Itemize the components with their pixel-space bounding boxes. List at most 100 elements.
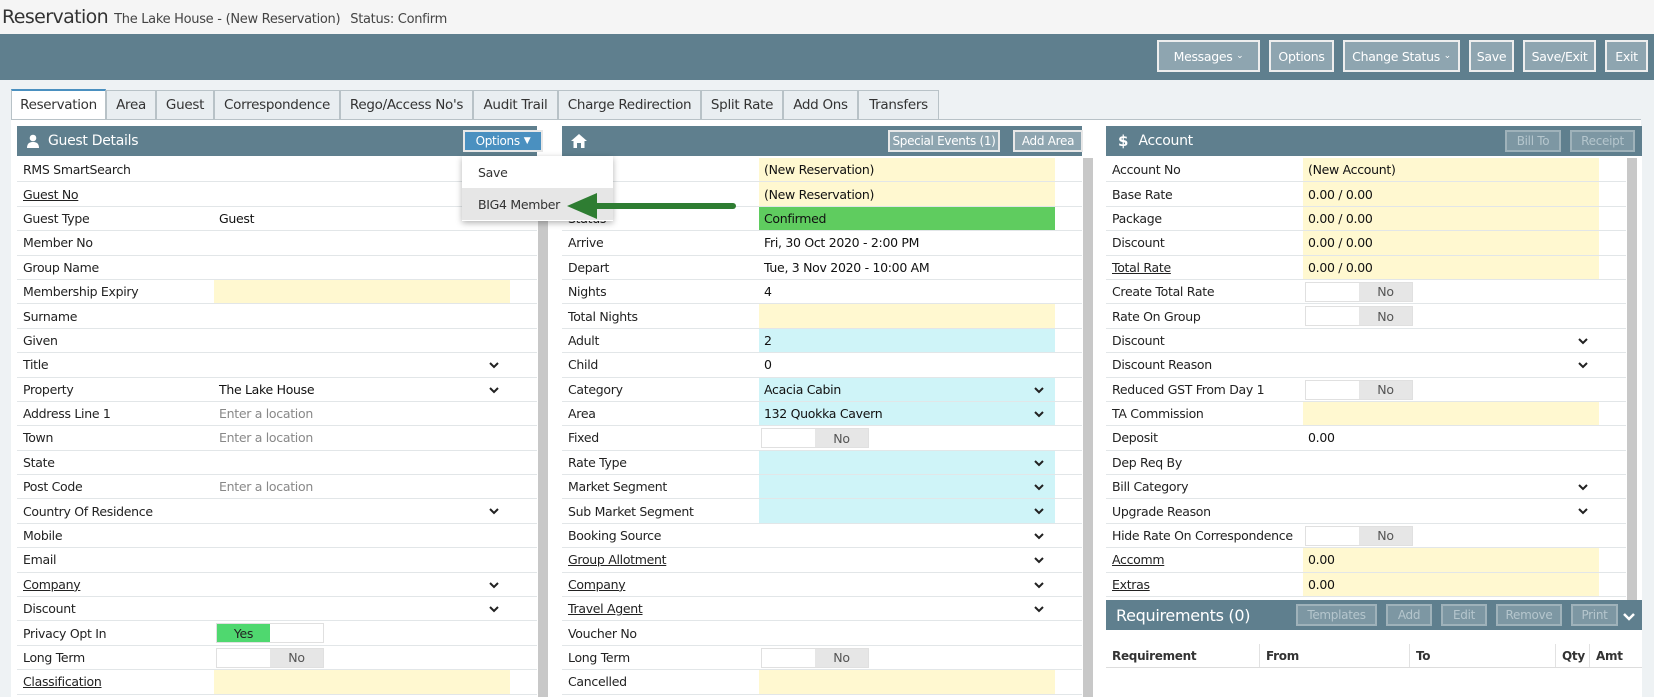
messages-button[interactable]: Messages ⌄ — [1157, 40, 1260, 72]
chevron-down-icon[interactable] — [1577, 359, 1589, 371]
reservation-field-cancelled[interactable] — [759, 670, 1055, 694]
reservation-field-adult[interactable]: 2 — [759, 328, 1055, 353]
column-qty[interactable]: Qty — [1556, 644, 1590, 667]
guest-field-classification[interactable] — [214, 670, 510, 694]
reservation-field-voucher-no[interactable] — [759, 621, 1055, 644]
reservation-label-company[interactable]: Company — [562, 573, 759, 596]
reservation-field-nights[interactable]: 4 — [759, 280, 1055, 303]
chevron-down-icon[interactable] — [488, 579, 500, 591]
reservation-field-s-no[interactable]: (New Reservation) — [759, 182, 1055, 206]
toggle-switch[interactable]: No — [1305, 525, 1413, 546]
change-status-button[interactable]: Change Status ⌄ — [1343, 40, 1460, 72]
account-scrollbar[interactable] — [1627, 158, 1637, 600]
account-field-reduced-gst-from-day-1[interactable]: No — [1303, 378, 1599, 401]
chevron-down-icon[interactable] — [1033, 505, 1045, 517]
guest-field-town[interactable]: Enter a location — [214, 426, 510, 449]
account-field-extras[interactable]: 0.00 — [1303, 572, 1599, 597]
tab-area[interactable]: Area — [106, 90, 156, 119]
reservation-field-category[interactable]: Acacia Cabin — [759, 377, 1055, 401]
account-field-create-total-rate[interactable]: No — [1303, 280, 1599, 303]
bill-to-button[interactable]: Bill To — [1505, 130, 1561, 152]
guest-field-membership-expiry[interactable] — [214, 279, 510, 304]
account-field-dep-req-by[interactable] — [1303, 451, 1599, 474]
menu-item-save[interactable]: Save — [462, 156, 613, 188]
reservation-field-long-term[interactable]: No — [759, 646, 1055, 669]
toggle-switch[interactable]: No — [1305, 306, 1413, 327]
chevron-down-icon[interactable] — [1033, 384, 1045, 396]
column-amt[interactable]: Amt — [1590, 644, 1642, 667]
reservation-field-rate-type[interactable] — [759, 450, 1055, 475]
toggle-switch[interactable]: No — [1305, 379, 1413, 400]
chevron-down-icon[interactable] — [1033, 481, 1045, 493]
templates-button[interactable]: Templates — [1296, 604, 1377, 626]
guest-field-surname[interactable] — [214, 304, 510, 327]
reservation-field-company[interactable] — [759, 573, 1055, 596]
save-exit-button[interactable]: Save/Exit — [1523, 40, 1596, 72]
chevron-down-icon[interactable] — [1033, 579, 1045, 591]
tab-transfers[interactable]: Transfers — [858, 90, 939, 119]
edit-requirement-button[interactable]: Edit — [1441, 604, 1487, 626]
reservation-field-status[interactable]: Confirmed — [759, 206, 1055, 231]
chevron-down-icon[interactable] — [1033, 554, 1045, 566]
tab-add-ons[interactable]: Add Ons — [783, 90, 858, 119]
chevron-down-icon[interactable] — [1033, 457, 1045, 469]
column-requirement[interactable]: Requirement — [1106, 644, 1260, 667]
guest-label-guest-no[interactable]: Guest No — [17, 182, 214, 205]
guest-field-long-term[interactable]: No — [214, 646, 510, 669]
account-field-bill-category[interactable] — [1303, 475, 1599, 498]
chevron-down-icon[interactable] — [488, 384, 500, 396]
exit-button[interactable]: Exit — [1605, 40, 1648, 72]
account-label-accomm[interactable]: Accomm — [1106, 548, 1303, 571]
account-label-extras[interactable]: Extras — [1106, 573, 1303, 596]
remove-requirement-button[interactable]: Remove — [1496, 604, 1562, 626]
add-area-button[interactable]: Add Area — [1013, 130, 1083, 152]
guest-field-group-name[interactable] — [214, 256, 510, 279]
account-field-upgrade-reason[interactable] — [1303, 499, 1599, 522]
guest-field-post-code[interactable]: Enter a location — [214, 475, 510, 498]
account-field-hide-rate-on-correspondence[interactable]: No — [1303, 524, 1599, 547]
account-field-accomm[interactable]: 0.00 — [1303, 548, 1599, 572]
chevron-down-icon[interactable] — [1033, 530, 1045, 542]
reservation-field-sub-market-segment[interactable] — [759, 499, 1055, 523]
guest-label-company[interactable]: Company — [17, 573, 214, 596]
reservation-field-depart[interactable]: Tue, 3 Nov 2020 - 10:00 AM — [759, 256, 1055, 279]
toggle-switch[interactable]: No — [1305, 281, 1413, 302]
reservation-scrollbar[interactable] — [1083, 158, 1093, 697]
column-from[interactable]: From — [1260, 644, 1410, 667]
guest-field-company[interactable] — [214, 573, 510, 596]
account-field-discount[interactable]: 0.00 / 0.00 — [1303, 231, 1599, 255]
account-field-account-no[interactable]: (New Account) — [1303, 158, 1599, 182]
reservation-label-group-allotment[interactable]: Group Allotment — [562, 548, 759, 571]
tab-charge-redirection[interactable]: Charge Redirection — [558, 90, 701, 119]
account-field-ta-commission[interactable] — [1303, 401, 1599, 426]
guest-field-given[interactable] — [214, 329, 510, 352]
chevron-down-icon[interactable] — [1033, 408, 1045, 420]
receipt-button[interactable]: Receipt — [1570, 130, 1635, 152]
chevron-down-icon[interactable] — [488, 505, 500, 517]
chevron-down-icon[interactable] — [1577, 481, 1589, 493]
chevron-down-icon[interactable] — [1577, 335, 1589, 347]
chevron-down-icon[interactable] — [1577, 505, 1589, 517]
chevron-down-icon[interactable] — [1622, 608, 1638, 624]
tab-rego-access[interactable]: Rego/Access No's — [340, 90, 473, 119]
account-field-total-rate[interactable]: 0.00 / 0.00 — [1303, 255, 1599, 279]
toggle-switch[interactable]: No — [216, 647, 324, 668]
tab-reservation[interactable]: Reservation — [11, 89, 106, 119]
reservation-field-field[interactable]: (New Reservation) — [759, 158, 1055, 182]
add-requirement-button[interactable]: Add — [1386, 604, 1432, 626]
chevron-down-icon[interactable] — [488, 359, 500, 371]
reservation-field-child[interactable]: 0 — [759, 353, 1055, 376]
reservation-field-travel-agent[interactable] — [759, 597, 1055, 620]
chevron-down-icon[interactable] — [488, 603, 500, 615]
guest-field-mobile[interactable] — [214, 524, 510, 547]
print-requirement-button[interactable]: Print — [1571, 604, 1618, 626]
toggle-switch[interactable]: No — [761, 428, 869, 449]
account-field-rate-on-group[interactable]: No — [1303, 304, 1599, 327]
guest-field-state[interactable] — [214, 451, 510, 474]
guest-field-discount[interactable] — [214, 597, 510, 620]
guest-field-email[interactable] — [214, 548, 510, 571]
reservation-field-arrive[interactable]: Fri, 30 Oct 2020 - 2:00 PM — [759, 231, 1055, 254]
account-field-deposit[interactable]: 0.00 — [1303, 426, 1599, 449]
account-field-discount[interactable] — [1303, 329, 1599, 352]
guest-scrollbar[interactable] — [538, 158, 548, 697]
